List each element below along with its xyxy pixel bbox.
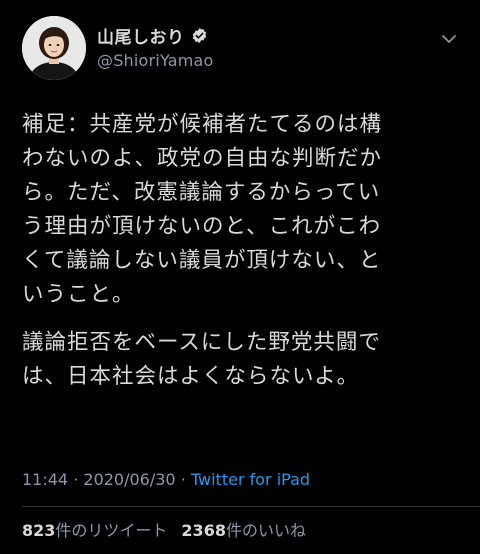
verified-badge-icon [191, 27, 208, 44]
meta-separator: · [180, 470, 186, 489]
display-name[interactable]: 山尾しおり [97, 23, 185, 48]
retweets-count: 823 [22, 521, 56, 540]
tweet-meta: 11:44 · 2020/06/30 · Twitter for iPad [22, 470, 310, 489]
avatar[interactable] [22, 16, 86, 80]
retweets-stat[interactable]: 823件のリツイート [22, 517, 167, 541]
tweet-date[interactable]: 2020/06/30 [83, 470, 175, 489]
name-row: 山尾しおり [97, 22, 214, 48]
retweets-label: 件のリツイート [55, 521, 168, 540]
likes-label: 件のいいね [225, 521, 306, 540]
divider [22, 506, 480, 507]
likes-count: 2368 [181, 521, 226, 540]
tweet-source-link[interactable]: Twitter for iPad [191, 470, 310, 489]
tweet-stats: 823件のリツイート 2368件のいいね [22, 517, 306, 541]
tweet-time[interactable]: 11:44 [22, 470, 68, 489]
meta-separator: · [73, 470, 79, 489]
tweet-text: 補足：共産党が候補者たてるのは構 わないのよ、政党の自由な判断だか ら。ただ、改… [22, 108, 462, 394]
chevron-down-icon[interactable] [438, 28, 460, 50]
avatar-image [22, 16, 86, 80]
tweet-header: 山尾しおり @ShioriYamao [22, 16, 462, 82]
tweet-paragraph: 議論拒否をベースにした野党共闘で は、日本社会はよくならないよ。 [22, 330, 381, 389]
likes-stat[interactable]: 2368件のいいね [181, 517, 306, 541]
tweet-paragraph: 補足：共産党が候補者たてるのは構 わないのよ、政党の自由な判断だか ら。ただ、改… [22, 112, 383, 307]
handle[interactable]: @ShioriYamao [97, 51, 214, 70]
author-info[interactable]: 山尾しおり @ShioriYamao [97, 22, 214, 71]
